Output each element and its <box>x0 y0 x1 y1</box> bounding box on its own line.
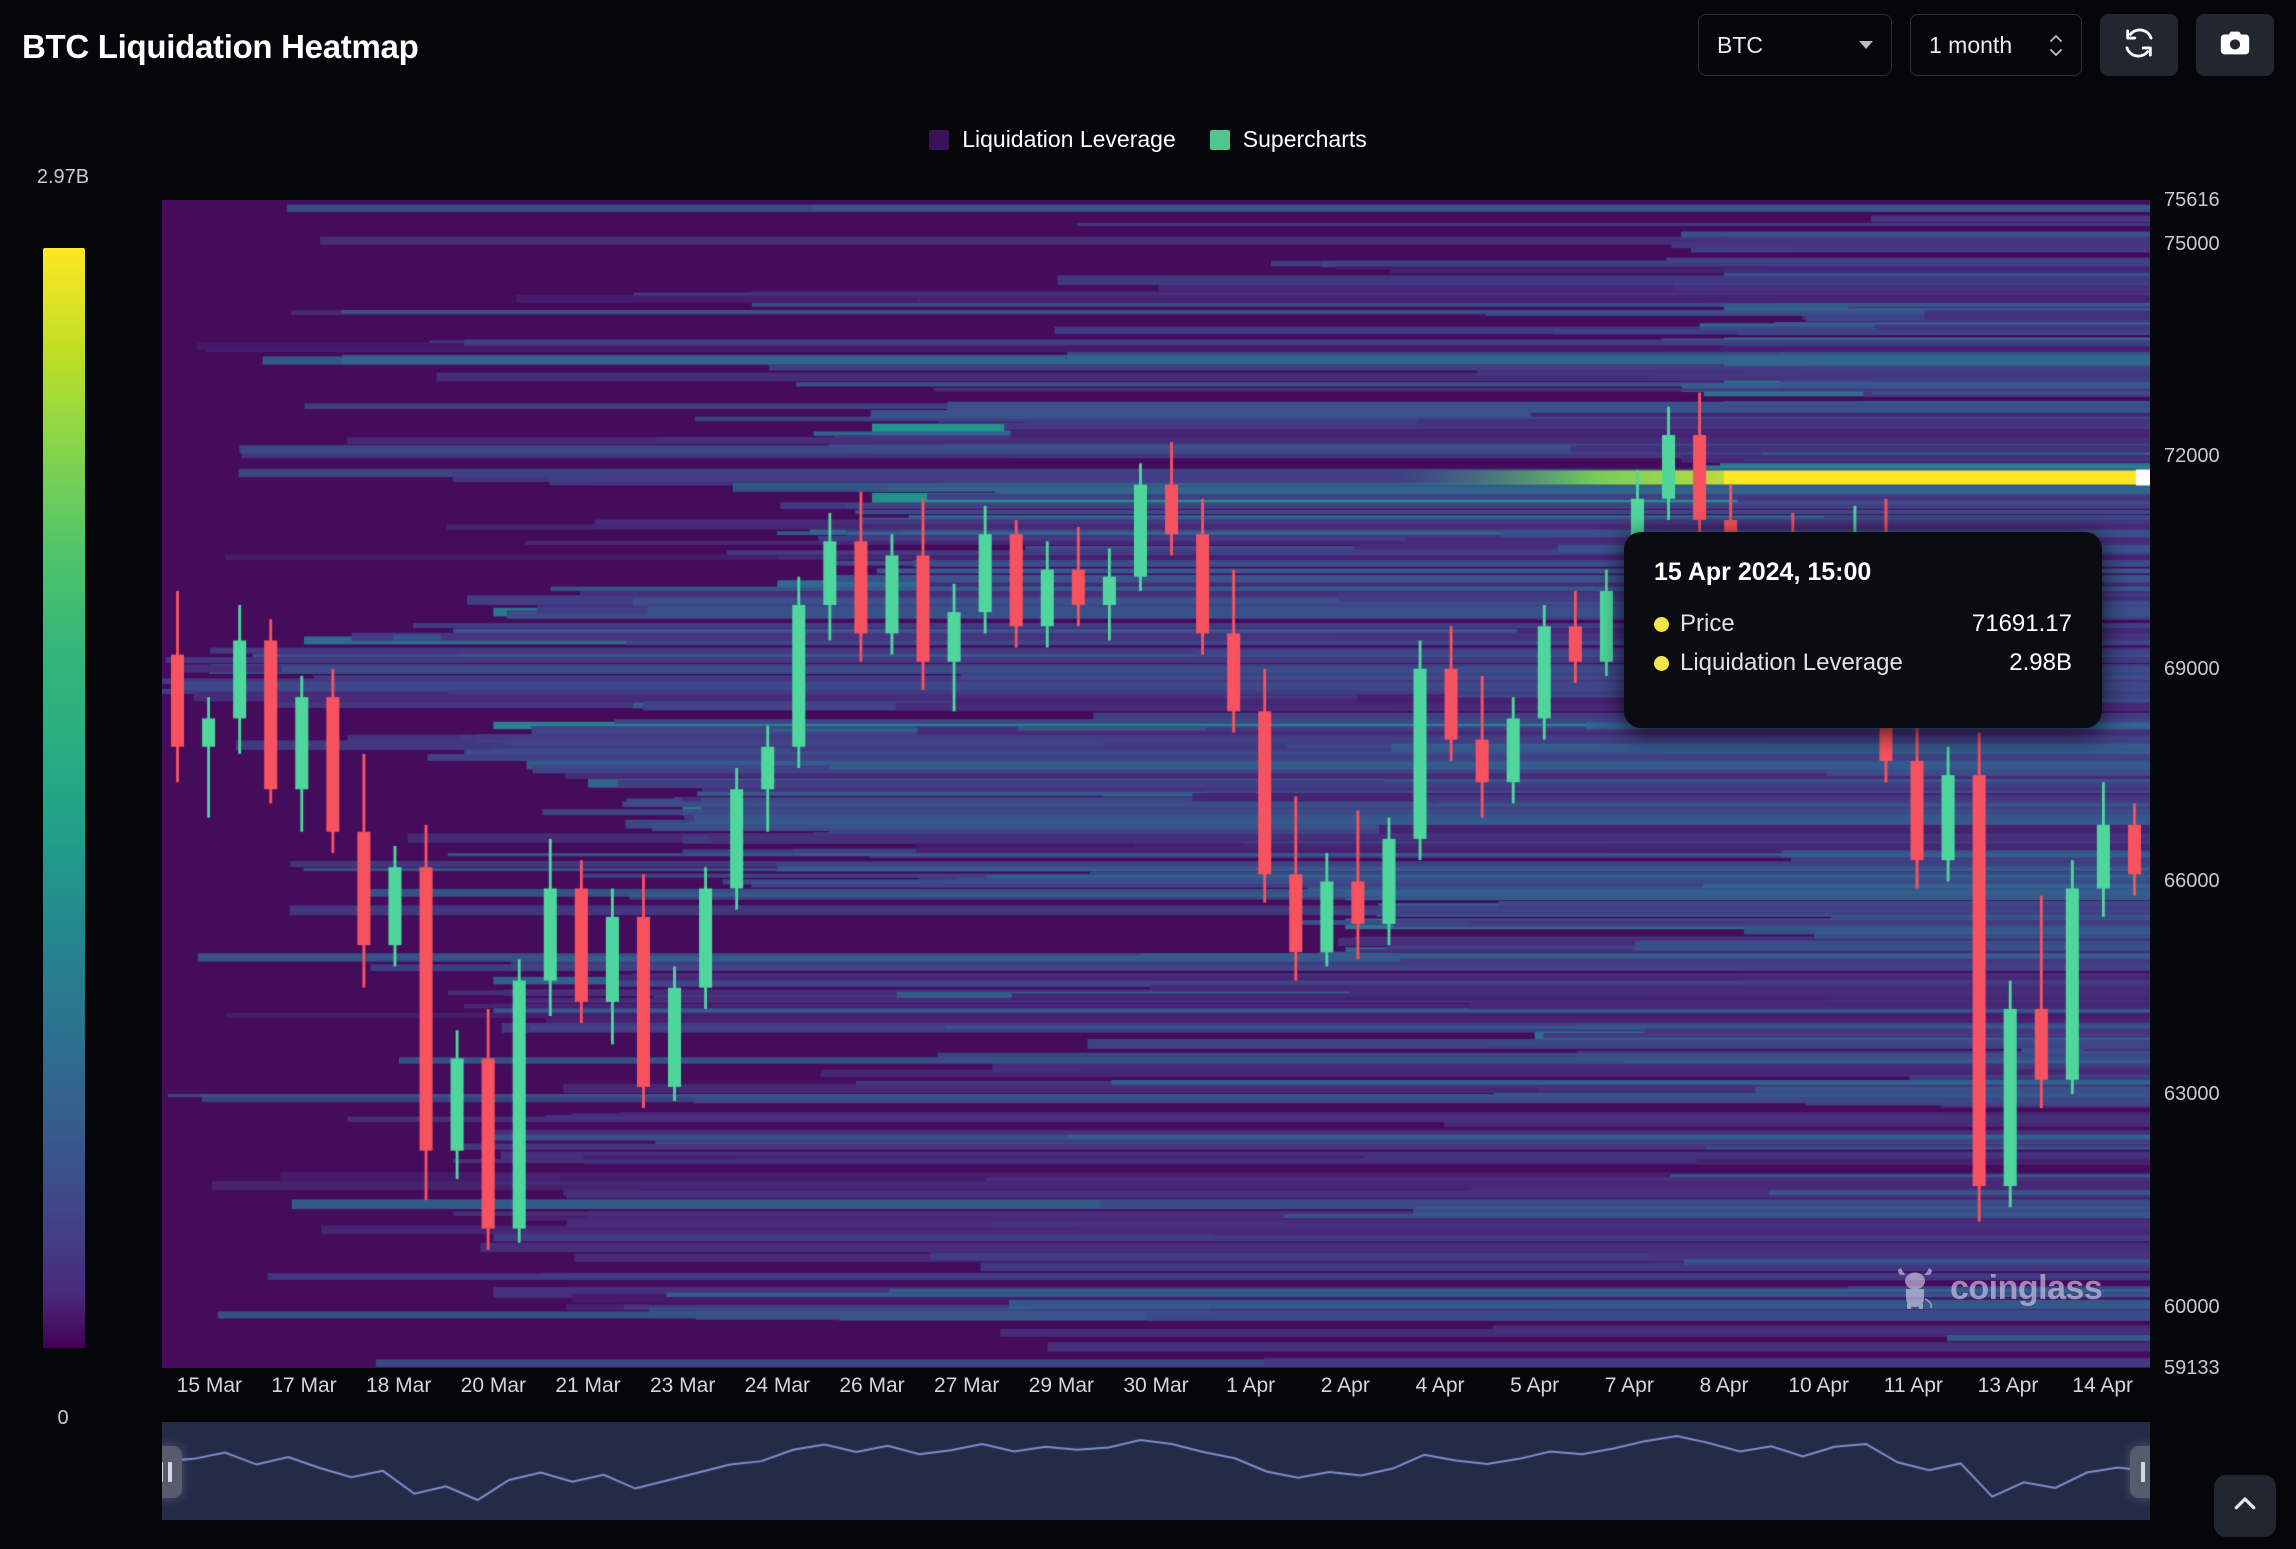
grip-bar <box>167 1462 172 1482</box>
x-axis-tick: 1 Apr <box>1226 1374 1276 1397</box>
page-title: BTC Liquidation Heatmap <box>22 28 419 65</box>
grip-bar <box>2140 1462 2145 1482</box>
x-axis-tick: 10 Apr <box>1788 1374 1850 1397</box>
stepper-updown-icon <box>2049 34 2063 57</box>
x-axis: 15 Mar 17 Mar 18 Mar 20 Mar 21 Mar 23 Mar 24 M… <box>162 1374 2150 1416</box>
y-axis-tick: 72000 <box>2164 445 2220 468</box>
x-axis-tick: 15 Mar <box>176 1374 243 1397</box>
coinglass-watermark: coinglass <box>1892 1262 2103 1315</box>
camera-icon <box>2218 26 2252 65</box>
range-slider-handle-left[interactable] <box>162 1446 182 1498</box>
scroll-to-top-button[interactable] <box>2214 1475 2276 1537</box>
range-slider[interactable] <box>162 1422 2150 1520</box>
refresh-icon <box>2122 26 2156 65</box>
legend-swatch-liquidation-leverage <box>929 129 950 150</box>
x-axis-tick: 29 Mar <box>1028 1374 1095 1397</box>
legend-label-supercharts: Supercharts <box>1242 126 1367 152</box>
symbol-select[interactable]: BTC <box>1698 14 1892 76</box>
x-axis-tick: 21 Mar <box>555 1374 621 1397</box>
liquidation-heatmap-page: BTC Liquidation Heatmap BTC 1 month Liqu… <box>0 0 2296 1549</box>
timeframe-select[interactable]: 1 month <box>1910 14 2082 76</box>
tooltip-dot-liquidation-leverage <box>1654 655 1669 671</box>
header-controls: BTC 1 month <box>1698 14 2274 76</box>
x-axis-tick: 30 Mar <box>1123 1374 1189 1397</box>
x-axis-tick: 26 Mar <box>839 1374 905 1397</box>
tooltip-value-liquidation-leverage: 2.98B <box>2009 649 2072 676</box>
grip-bar <box>2149 1462 2150 1482</box>
y-axis-tick: 75000 <box>2164 232 2220 255</box>
chevron-up-icon <box>2230 1489 2260 1524</box>
x-axis-tick: 8 Apr <box>1699 1374 1749 1397</box>
x-axis-tick: 4 Apr <box>1415 1374 1465 1397</box>
screenshot-button[interactable] <box>2196 14 2274 76</box>
x-axis-tick: 18 Mar <box>365 1374 432 1397</box>
chevron-down-icon <box>1859 41 1873 49</box>
bull-logo-icon <box>1892 1262 1938 1315</box>
symbol-select-value: BTC <box>1717 31 1763 58</box>
tooltip-dot-price <box>1654 616 1669 632</box>
tooltip-value-price: 71691.17 <box>1971 610 2072 637</box>
x-axis-tick: 2 Apr <box>1320 1374 1370 1397</box>
x-axis-tick: 13 Apr <box>1977 1374 2039 1397</box>
y-axis-tick: 66000 <box>2164 870 2220 893</box>
grip-bar <box>162 1462 163 1482</box>
tooltip-row-price: Price 71691.17 <box>1654 610 2072 638</box>
page-header: BTC Liquidation Heatmap BTC 1 month <box>0 0 2296 104</box>
y-axis: 75616 75000 72000 69000 66000 63000 60000 59133 <box>2160 180 2296 1400</box>
x-axis-tick: 17 Mar <box>271 1374 337 1397</box>
y-axis-tick: 69000 <box>2164 657 2220 680</box>
x-axis-tick: 24 Mar <box>744 1374 811 1397</box>
legend-label-liquidation-leverage: Liquidation Leverage <box>962 126 1176 152</box>
timeframe-select-value: 1 month <box>1929 31 2013 58</box>
x-axis-tick: 14 Apr <box>2072 1374 2134 1397</box>
tooltip-row-liquidation-leverage: Liquidation Leverage 2.98B <box>1654 649 2072 677</box>
heatmap-plot-area[interactable] <box>162 200 2150 1368</box>
y-axis-tick: 75616 <box>2164 189 2220 211</box>
candlestick-canvas <box>162 200 2150 1368</box>
tooltip-title: 15 Apr 2024, 15:00 <box>1654 558 1872 586</box>
x-axis-tick: 11 Apr <box>1883 1374 1943 1397</box>
y-axis-tick: 63000 <box>2164 1082 2220 1105</box>
x-axis-tick: 23 Mar <box>649 1374 716 1397</box>
colorbar-min-label: 0 <box>57 1407 69 1429</box>
x-axis-tick: 27 Mar <box>933 1374 1000 1397</box>
tooltip-label-liquidation-leverage: Liquidation Leverage <box>1680 649 1903 676</box>
colorbar-max-label: 2.97B <box>36 166 90 188</box>
legend-swatch-supercharts <box>1209 129 1230 150</box>
watermark-text: coinglass <box>1950 1269 2103 1307</box>
chart-tooltip: 15 Apr 2024, 15:00 Price 71691.17 Liquid… <box>1624 532 2102 728</box>
x-axis-tick: 7 Apr <box>1604 1374 1654 1397</box>
legend-item-liquidation-leverage[interactable]: Liquidation Leverage <box>929 126 1176 153</box>
chart-legend: Liquidation Leverage Supercharts <box>0 126 2296 153</box>
range-slider-sparkline <box>162 1422 2150 1520</box>
legend-item-supercharts[interactable]: Supercharts <box>1209 126 1367 153</box>
y-axis-tick: 60000 <box>2164 1295 2220 1318</box>
x-axis-tick: 20 Mar <box>460 1374 527 1397</box>
range-slider-handle-right[interactable] <box>2130 1446 2150 1498</box>
x-axis-tick: 5 Apr <box>1510 1374 1560 1397</box>
colorbar: 2.97B 0 <box>28 166 98 1429</box>
y-axis-tick: 59133 <box>2164 1357 2220 1379</box>
refresh-button[interactable] <box>2100 14 2178 76</box>
colorbar-gradient <box>43 248 85 1348</box>
tooltip-label-price: Price <box>1680 610 1735 637</box>
